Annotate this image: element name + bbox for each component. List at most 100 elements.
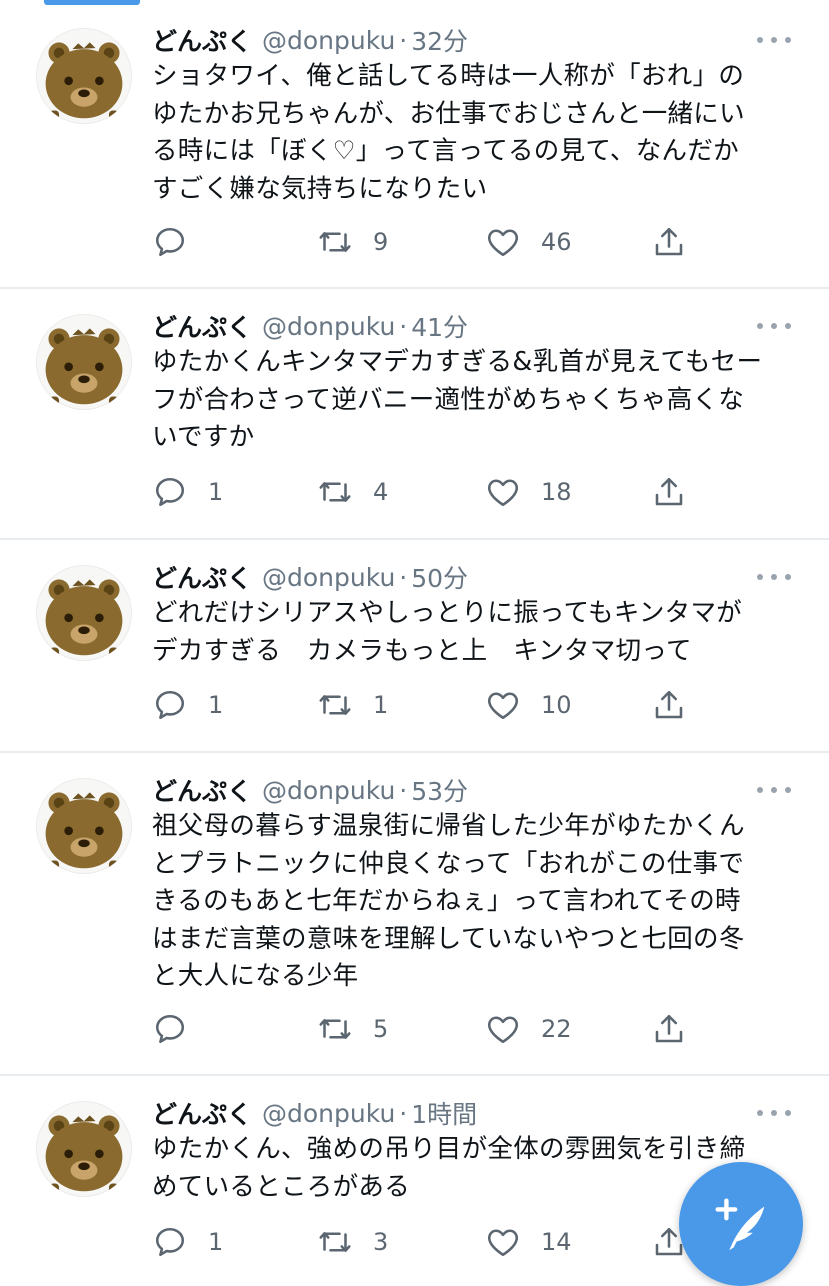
timestamp[interactable]: 41分 xyxy=(411,308,468,344)
display-name[interactable]: どんぷく xyxy=(152,1095,252,1131)
tweet[interactable]: どんぷく @donpuku · 32分 ショタワイ、俺と話してる時は一人称が「お… xyxy=(0,0,829,289)
avatar[interactable] xyxy=(36,314,132,410)
like-button[interactable]: 14 xyxy=(485,1222,572,1262)
retweet-icon xyxy=(319,1232,351,1252)
tweet[interactable]: どんぷく @donpuku · 50分 どれだけシリアスやしっとりに振ってもキン… xyxy=(0,540,829,753)
timestamp[interactable]: 53分 xyxy=(411,772,468,808)
tweet-text: 祖父母の暮らす温泉街に帰省した少年がゆたかくん とプラトニックに仲良くなって「お… xyxy=(152,811,745,991)
tweet-header: どんぷく @donpuku · 1時間 xyxy=(152,1096,477,1130)
like-button[interactable]: 46 xyxy=(485,222,572,262)
retweet-icon xyxy=(319,482,351,502)
heart-outline-icon xyxy=(487,692,519,720)
tweet-header: どんぷく @donpuku · 50分 xyxy=(152,560,468,594)
timestamp[interactable]: 32分 xyxy=(411,22,468,58)
reply-count: 1 xyxy=(208,1228,224,1256)
user-handle[interactable]: @donpuku xyxy=(262,1099,395,1128)
speech-bubble-icon xyxy=(155,1014,185,1044)
separator-dot: · xyxy=(399,311,408,341)
reply-button[interactable]: 1 xyxy=(152,1222,223,1262)
share-upload-icon xyxy=(655,690,683,719)
user-handle[interactable]: @donpuku xyxy=(262,312,395,341)
tweet[interactable]: どんぷく @donpuku · 41分 ゆたかくんキンタマデカすぎる&乳首が見え… xyxy=(0,289,829,540)
separator-dot: · xyxy=(399,1098,408,1128)
separator-dot: · xyxy=(399,775,408,805)
more-options-ellipsis-icon[interactable] xyxy=(757,30,791,50)
bear-avatar-icon xyxy=(45,1115,123,1197)
compose-tweet-button[interactable] xyxy=(679,1162,803,1286)
share-upload-icon xyxy=(655,477,683,506)
more-options-ellipsis-icon[interactable] xyxy=(757,780,791,800)
more-options-ellipsis-icon[interactable] xyxy=(757,316,791,336)
display-name[interactable]: どんぷく xyxy=(152,772,252,808)
display-name[interactable]: どんぷく xyxy=(152,308,252,344)
user-handle[interactable]: @donpuku xyxy=(262,563,395,592)
like-button[interactable]: 10 xyxy=(485,685,572,725)
retweet-button[interactable]: 9 xyxy=(317,222,388,262)
retweet-count: 3 xyxy=(373,1228,389,1256)
speech-bubble-icon xyxy=(155,227,185,257)
display-name[interactable]: どんぷく xyxy=(152,22,252,58)
share-upload-icon xyxy=(655,227,683,256)
retweet-button[interactable]: 5 xyxy=(317,1009,388,1049)
retweet-icon xyxy=(319,1019,351,1039)
bear-avatar-icon xyxy=(45,579,123,661)
separator-dot: · xyxy=(399,25,408,55)
retweet-count: 1 xyxy=(373,691,389,719)
tweet-actions: 1 4 18 xyxy=(0,472,829,512)
reply-count: 1 xyxy=(208,478,224,506)
share-button[interactable] xyxy=(651,222,687,262)
reply-count: 1 xyxy=(208,691,224,719)
tweet-actions: 9 46 xyxy=(0,222,829,262)
retweet-count: 4 xyxy=(373,478,389,506)
heart-outline-icon xyxy=(487,229,519,257)
bear-avatar-icon xyxy=(45,792,123,874)
separator-dot: · xyxy=(399,562,408,592)
tweet-header: どんぷく @donpuku · 53分 xyxy=(152,773,468,807)
tweet-actions: 1 1 10 xyxy=(0,685,829,725)
more-options-ellipsis-icon[interactable] xyxy=(757,567,791,587)
retweet-button[interactable]: 1 xyxy=(317,685,388,725)
like-button[interactable]: 18 xyxy=(485,472,572,512)
share-button[interactable] xyxy=(651,1009,687,1049)
reply-button[interactable]: 1 xyxy=(152,472,223,512)
tweet-header: どんぷく @donpuku · 41分 xyxy=(152,309,468,343)
heart-outline-icon xyxy=(487,1229,519,1257)
reply-button[interactable]: 1 xyxy=(152,685,223,725)
share-button[interactable] xyxy=(651,472,687,512)
retweet-count: 5 xyxy=(373,1015,389,1043)
speech-bubble-icon xyxy=(155,477,185,507)
like-count: 18 xyxy=(541,478,572,506)
like-count: 22 xyxy=(541,1015,572,1043)
heart-outline-icon xyxy=(487,1016,519,1044)
speech-bubble-icon xyxy=(155,690,185,720)
timestamp[interactable]: 50分 xyxy=(411,559,468,595)
bear-avatar-icon xyxy=(45,328,123,410)
like-button[interactable]: 22 xyxy=(485,1009,572,1049)
share-button[interactable] xyxy=(651,685,687,725)
tweet-actions: 5 22 xyxy=(0,1009,829,1049)
more-options-ellipsis-icon[interactable] xyxy=(757,1103,791,1123)
retweet-icon xyxy=(319,695,351,715)
retweet-button[interactable]: 4 xyxy=(317,472,388,512)
reply-button[interactable] xyxy=(152,222,208,262)
avatar[interactable] xyxy=(36,565,132,661)
share-upload-icon xyxy=(655,1014,683,1043)
display-name[interactable]: どんぷく xyxy=(152,559,252,595)
retweet-button[interactable]: 3 xyxy=(317,1222,388,1262)
retweet-icon xyxy=(319,232,351,252)
tweet-text: どれだけシリアスやしっとりに振ってもキンタマが デカすぎる カメラもっと上 キン… xyxy=(152,598,743,666)
user-handle[interactable]: @donpuku xyxy=(262,776,395,805)
heart-outline-icon xyxy=(487,479,519,507)
like-count: 10 xyxy=(541,691,572,719)
feather-plus-icon xyxy=(715,1198,765,1251)
user-handle[interactable]: @donpuku xyxy=(262,26,395,55)
speech-bubble-icon xyxy=(155,1227,185,1257)
avatar[interactable] xyxy=(36,28,132,124)
avatar[interactable] xyxy=(36,778,132,874)
retweet-count: 9 xyxy=(373,228,389,256)
like-count: 14 xyxy=(541,1228,572,1256)
tweet[interactable]: どんぷく @donpuku · 53分 祖父母の暮らす温泉街に帰省した少年がゆた… xyxy=(0,753,829,1076)
timestamp[interactable]: 1時間 xyxy=(411,1095,477,1131)
avatar[interactable] xyxy=(36,1101,132,1197)
reply-button[interactable] xyxy=(152,1009,208,1049)
